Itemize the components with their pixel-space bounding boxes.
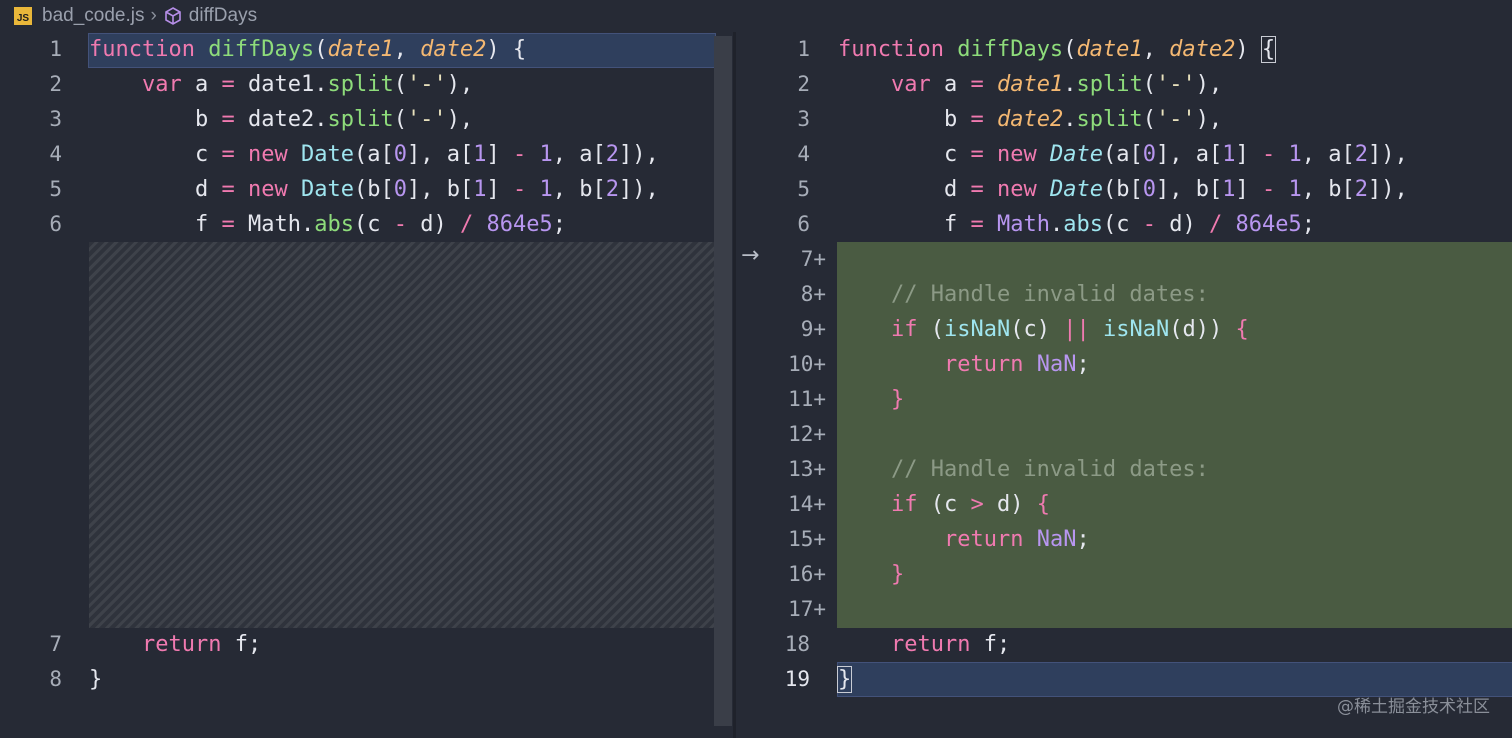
- line-number: 6: [797, 212, 810, 236]
- line-number: 7: [49, 632, 62, 656]
- code-line-added[interactable]: }: [838, 557, 904, 592]
- chevron-right-icon: ›: [150, 5, 157, 26]
- code-line[interactable]: f = Math.abs(c - d) / 864e5;: [89, 207, 566, 242]
- line-number-added: 15+: [788, 527, 826, 551]
- code-line[interactable]: return f;: [89, 627, 261, 662]
- line-number-added: 13+: [788, 457, 826, 481]
- code-line-added[interactable]: if (c > d) {: [838, 487, 1050, 522]
- javascript-file-icon: JS: [14, 7, 32, 25]
- line-number-added: 14+: [788, 492, 826, 516]
- scrollbar-thumb[interactable]: [714, 36, 732, 726]
- code-line-added[interactable]: }: [838, 382, 904, 417]
- line-number: 2: [49, 72, 62, 96]
- line-number: 2: [797, 72, 810, 96]
- code-line[interactable]: c = new Date(a[0], a[1] - 1, a[2]),: [838, 137, 1408, 172]
- line-number: 5: [49, 177, 62, 201]
- line-number-added: 16+: [788, 562, 826, 586]
- code-line[interactable]: d = new Date(b[0], b[1] - 1, b[2]),: [89, 172, 659, 207]
- line-number-added: 10+: [788, 352, 826, 376]
- code-line[interactable]: function diffDays(date1, date2) {: [89, 32, 526, 67]
- line-number: 18: [784, 632, 810, 656]
- breadcrumb-file[interactable]: bad_code.js: [42, 5, 144, 27]
- code-line[interactable]: d = new Date(b[0], b[1] - 1, b[2]),: [838, 172, 1408, 207]
- code-line-added[interactable]: if (isNaN(c) || isNaN(d)) {: [838, 312, 1249, 347]
- code-line[interactable]: b = date2.split('-'),: [838, 102, 1222, 137]
- line-number: 1: [49, 37, 62, 61]
- code-line-added[interactable]: return NaN;: [838, 522, 1090, 557]
- code-line-added[interactable]: return NaN;: [838, 347, 1090, 382]
- code-line[interactable]: function diffDays(date1, date2) {: [838, 32, 1277, 67]
- diff-filler-region: [89, 242, 714, 628]
- line-number-added: 7+: [800, 247, 826, 271]
- line-number-added: 8+: [800, 282, 826, 306]
- cube-icon: [164, 7, 181, 25]
- line-number: 3: [49, 107, 62, 131]
- line-number: 4: [49, 142, 62, 166]
- line-number-added: 9+: [800, 317, 826, 341]
- line-number-added: 17+: [788, 597, 826, 621]
- line-number-current: 19: [784, 667, 810, 691]
- code-line[interactable]: f = Math.abs(c - d) / 864e5;: [838, 207, 1315, 242]
- code-line[interactable]: var a = date1.split('-'),: [838, 67, 1222, 102]
- line-number: 1: [797, 37, 810, 61]
- code-line[interactable]: }: [89, 662, 102, 697]
- code-line[interactable]: }: [836, 662, 853, 697]
- line-number: 3: [797, 107, 810, 131]
- line-number-added: 12+: [788, 422, 826, 446]
- arrow-right-icon[interactable]: →: [741, 243, 759, 268]
- code-line-added[interactable]: // Handle invalid dates:: [838, 277, 1209, 312]
- code-line-added[interactable]: // Handle invalid dates:: [838, 452, 1209, 487]
- breadcrumb: JS bad_code.js › diffDays: [0, 0, 740, 32]
- code-line[interactable]: var a = date1.split('-'),: [89, 67, 473, 102]
- line-number: 6: [49, 212, 62, 236]
- line-number-added: 11+: [788, 387, 826, 411]
- line-number: 8: [49, 667, 62, 691]
- code-line[interactable]: return f;: [838, 627, 1010, 662]
- watermark: @稀土掘金技术社区: [1337, 697, 1490, 717]
- breadcrumb-symbol[interactable]: diffDays: [189, 5, 257, 27]
- code-line[interactable]: c = new Date(a[0], a[1] - 1, a[2]),: [89, 137, 659, 172]
- line-number: 5: [797, 177, 810, 201]
- line-number: 4: [797, 142, 810, 166]
- code-line[interactable]: b = date2.split('-'),: [89, 102, 473, 137]
